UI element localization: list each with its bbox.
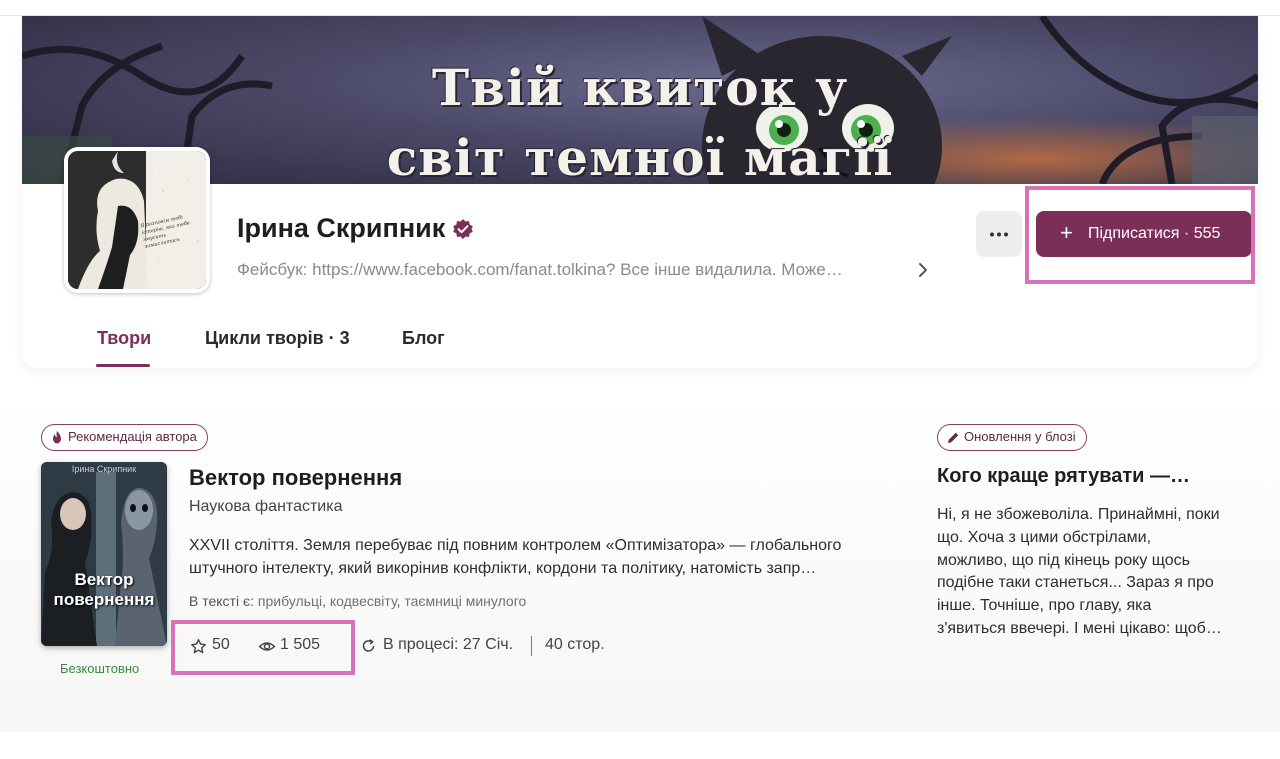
more-options-button[interactable] <box>976 211 1022 257</box>
blog-badge-label: Оновлення у блозі <box>964 429 1076 444</box>
blog-post-title[interactable]: Кого краще рятувати —… <box>937 465 1190 488</box>
price-label: Безкоштовно <box>60 661 140 676</box>
blog-excerpt-line: що. Хоча з цими обстрілами, <box>937 528 1152 546</box>
book-tags: В тексті є: прибульці, кодвесвіту, таємн… <box>189 593 527 609</box>
book-description: XXVII століття. Земля перебуває під повн… <box>189 537 842 577</box>
author-description[interactable]: Фейсбук: https://www.facebook.com/fanat.… <box>237 260 917 280</box>
pages-stat: 40 стор. <box>545 636 625 654</box>
book-genre[interactable]: Наукова фантастика <box>189 498 342 516</box>
cover-author: Ірина Скрипник <box>71 464 137 474</box>
blog-excerpt-line: Ні, я не збожеволіла. Принаймні, поки <box>937 506 1220 523</box>
star-icon <box>191 639 206 654</box>
top-nav-bar <box>0 0 1280 16</box>
likes-count: 50 <box>212 636 230 653</box>
tab-works[interactable]: Твори <box>97 328 151 349</box>
verified-badge-icon <box>453 219 473 239</box>
blog-excerpt-line: з'явиться ввечері. І мені цікаво: щоб… <box>937 619 1222 637</box>
subscribe-label: Підписатися · 555 <box>1088 225 1221 242</box>
avatar-image: Я розповім тобі історію, яка тебе змусит… <box>68 151 206 289</box>
blog-update-badge: Оновлення у блозі <box>937 424 1087 451</box>
blog-excerpt-line: подібне таки станеться... Зараз я про <box>937 574 1214 592</box>
more-dots-icon <box>990 232 1008 237</box>
tag-link[interactable]: кодвесвіту <box>330 593 397 609</box>
tag-link[interactable]: таємниці минулого <box>404 593 526 609</box>
banner-headline-line1: Твій квиток у <box>431 58 849 117</box>
subscribe-button[interactable]: + Підписатися · 555 <box>1036 211 1252 257</box>
chevron-right-icon[interactable] <box>916 260 930 280</box>
blog-excerpt-line: можливо, що під кінець року щось <box>937 551 1191 569</box>
active-tab-indicator <box>96 364 150 367</box>
book-cover[interactable]: Ірина Скрипник Вектор повернення <box>41 462 167 646</box>
pencil-icon <box>948 432 959 443</box>
recommendation-badge-label: Рекомендація автора <box>68 429 197 444</box>
fire-icon <box>53 431 61 444</box>
tag-link[interactable]: прибульці <box>258 593 322 609</box>
pages-count: 40 стор. <box>545 636 605 653</box>
tags-prefix: В тексті є: <box>189 593 254 609</box>
author-name: Ірина Скрипник <box>237 213 446 243</box>
blog-excerpt-line: інше. Точніше, про главу, яка <box>937 597 1152 615</box>
recommendation-badge: Рекомендація автора <box>41 424 208 451</box>
cover-title: Вектор повернення <box>53 570 155 609</box>
views-count: 1 505 <box>280 636 321 653</box>
stats-divider <box>531 636 532 656</box>
cover-artwork <box>41 462 167 646</box>
author-avatar[interactable]: Я розповім тобі історію, яка тебе змусит… <box>64 147 210 293</box>
blog-post-excerpt: Ні, я не збожеволіла. Принаймні, поки що… <box>937 504 1237 641</box>
eye-icon <box>258 642 276 651</box>
tab-blog[interactable]: Блог <box>402 328 445 349</box>
author-profile-card: Твій квиток у світ темної магії Я розпов… <box>22 16 1258 368</box>
status-text: В процесі: 27 Січ. <box>383 636 514 653</box>
plus-icon: + <box>1060 220 1073 245</box>
tab-series[interactable]: Цикли творів · 3 <box>205 328 350 349</box>
book-title[interactable]: Вектор повернення <box>189 465 402 491</box>
refresh-icon <box>362 639 375 652</box>
